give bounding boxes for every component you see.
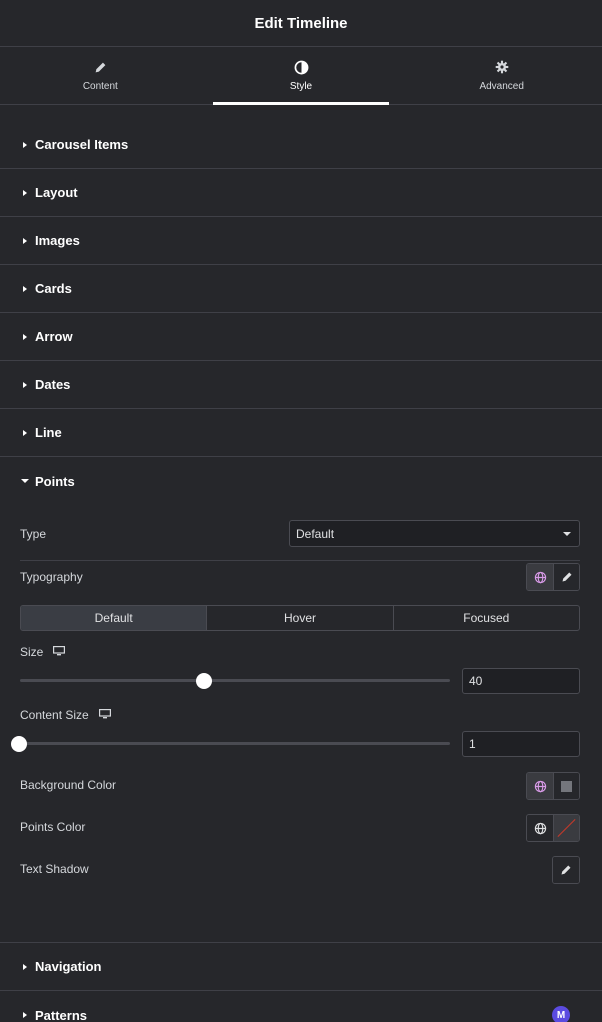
globe-icon	[534, 822, 546, 834]
panel-title: Edit Timeline	[254, 14, 348, 32]
tab-advanced[interactable]: Advanced	[401, 47, 602, 104]
content-size-slider-track[interactable]	[20, 742, 450, 745]
points-color-controls	[526, 814, 580, 842]
section-label: Images	[35, 233, 80, 248]
tab-content[interactable]: Content	[0, 47, 201, 104]
text-shadow-label: Text Shadow	[20, 862, 89, 876]
caret-right-icon	[20, 428, 30, 438]
section-patterns[interactable]: Patterns M	[0, 991, 602, 1022]
pencil-icon	[561, 865, 571, 875]
section-line[interactable]: Line	[0, 409, 602, 457]
section-cards[interactable]: Cards	[0, 265, 602, 313]
chevron-down-icon	[563, 532, 571, 536]
section-layout[interactable]: Layout	[0, 169, 602, 217]
text-shadow-row: Text Shadow	[20, 856, 580, 882]
section-label: Patterns	[35, 1007, 88, 1022]
section-label: Points	[35, 473, 75, 489]
content-size-input[interactable]: 1	[462, 731, 580, 757]
points-color-row: Points Color	[20, 814, 580, 840]
gear-icon	[494, 59, 510, 75]
caret-right-icon	[20, 236, 30, 246]
section-label: Arrow	[35, 329, 73, 344]
size-input[interactable]: 40	[462, 668, 580, 694]
tab-style-label: Style	[289, 81, 313, 92]
divider	[20, 560, 580, 561]
caret-right-icon	[20, 140, 30, 150]
section-label: Carousel Items	[35, 137, 129, 152]
section-label: Dates	[35, 377, 71, 392]
typography-row: Typography	[20, 563, 580, 591]
section-label: Cards	[35, 281, 72, 296]
pencil-icon	[562, 572, 571, 582]
global-color-button[interactable]	[527, 815, 553, 841]
edit-typography-button[interactable]	[553, 564, 579, 590]
text-shadow-controls	[552, 856, 580, 884]
desktop-icon[interactable]	[53, 643, 66, 661]
size-slider-track[interactable]	[20, 679, 450, 682]
section-dates[interactable]: Dates	[0, 361, 602, 409]
tab-style[interactable]: Style	[201, 47, 402, 105]
desktop-icon[interactable]	[98, 706, 111, 724]
caret-right-icon	[20, 284, 30, 294]
tab-advanced-label: Advanced	[479, 81, 524, 92]
caret-down-icon	[20, 476, 30, 486]
bg-color-label: Background Color	[20, 778, 117, 792]
caret-right-icon	[20, 1010, 30, 1020]
size-label: Size	[20, 645, 44, 659]
caret-right-icon	[20, 188, 30, 198]
caret-right-icon	[20, 332, 30, 342]
panel-tabs: Content Style Advanced	[0, 47, 602, 105]
content-size-label-row: Content Size	[20, 707, 580, 723]
state-tab-focused[interactable]: Focused	[392, 606, 579, 630]
pencil-icon	[92, 59, 108, 75]
panel-header: Edit Timeline	[0, 0, 602, 47]
type-select-value: Default	[296, 526, 335, 541]
type-label: Type	[20, 526, 47, 541]
bg-color-controls	[526, 772, 580, 800]
caret-right-icon	[20, 380, 30, 390]
state-tabs: Default Hover Focused	[20, 605, 580, 631]
section-navigation[interactable]: Navigation	[0, 943, 602, 991]
color-swatch	[561, 780, 572, 792]
section-carousel-items[interactable]: Carousel Items	[0, 121, 602, 169]
global-color-button[interactable]	[527, 773, 553, 799]
section-label: Layout	[35, 185, 78, 200]
bg-color-swatch-button[interactable]	[553, 773, 579, 799]
size-label-row: Size	[20, 644, 580, 660]
edit-text-shadow-button[interactable]	[553, 857, 579, 883]
points-color-label: Points Color	[20, 820, 86, 834]
state-tab-hover[interactable]: Hover	[206, 606, 392, 630]
no-color-icon	[557, 818, 576, 838]
caret-right-icon	[20, 962, 30, 972]
pro-badge-icon: M	[552, 1006, 570, 1022]
section-label: Line	[35, 425, 62, 440]
tab-content-label: Content	[82, 81, 118, 92]
size-slider-thumb[interactable]	[196, 673, 212, 689]
content-size-slider-thumb[interactable]	[11, 736, 27, 752]
typography-controls	[526, 563, 580, 591]
type-select[interactable]: Default	[289, 520, 580, 547]
section-arrow[interactable]: Arrow	[0, 313, 602, 361]
bg-color-row: Background Color	[20, 772, 580, 798]
state-tab-default[interactable]: Default	[21, 606, 207, 630]
globe-icon	[534, 571, 546, 583]
half-circle-icon	[293, 59, 309, 75]
content-size-label: Content Size	[20, 708, 89, 722]
section-points[interactable]: Points	[0, 457, 602, 505]
section-label: Navigation	[35, 959, 102, 974]
globe-icon	[534, 780, 546, 792]
typography-label: Typography	[20, 570, 83, 584]
global-typography-button[interactable]	[527, 564, 553, 590]
section-images[interactable]: Images	[0, 217, 602, 265]
points-controls: Type Default Typography Default Hover Fo…	[0, 505, 602, 943]
points-color-swatch-button[interactable]	[553, 815, 579, 841]
